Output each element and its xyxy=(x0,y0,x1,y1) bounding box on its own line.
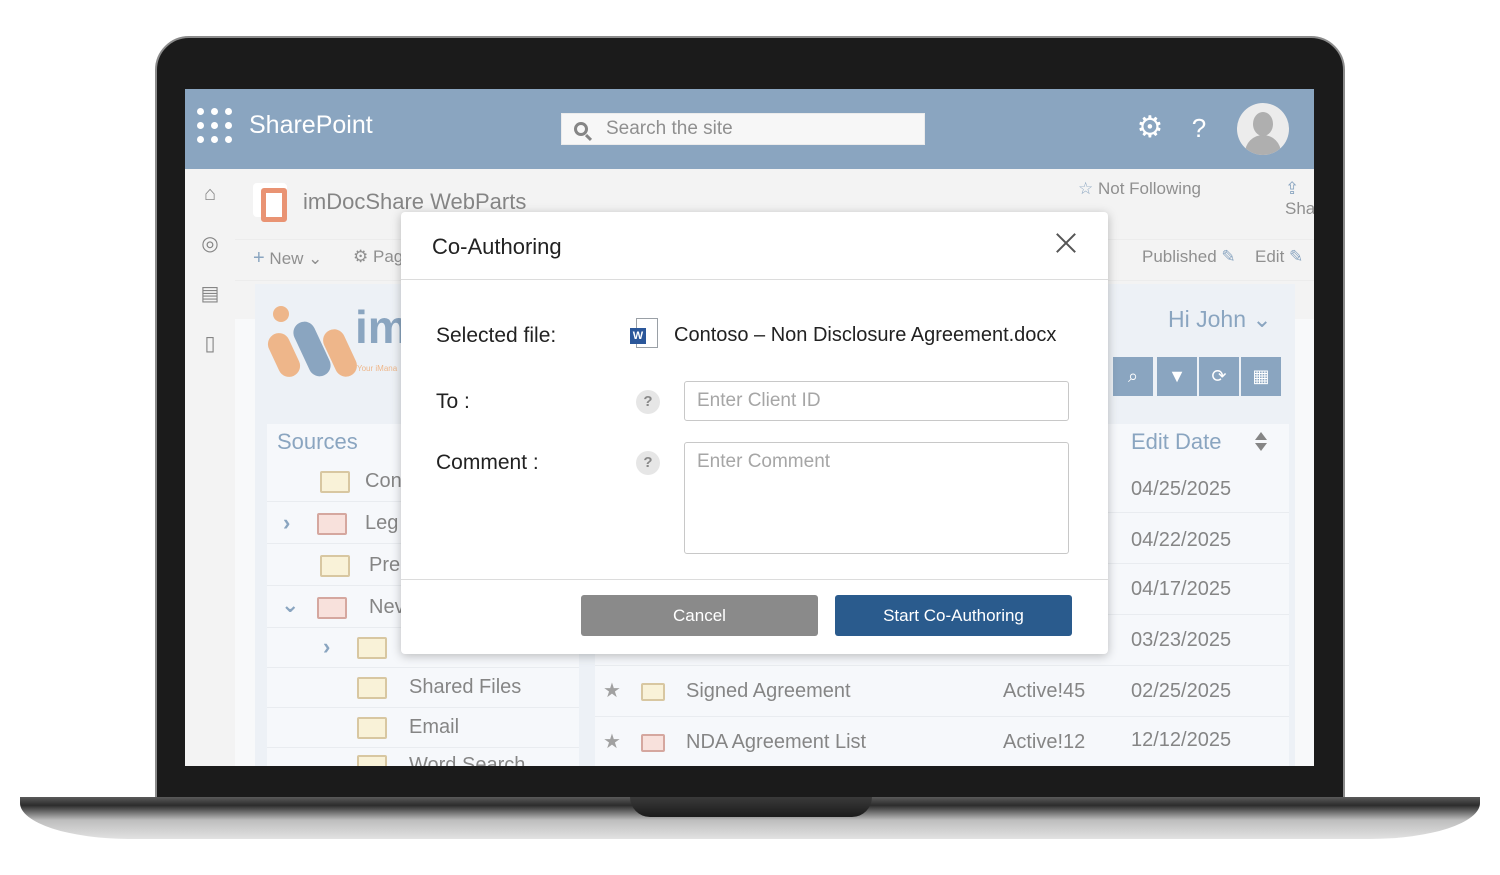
comment-textarea[interactable] xyxy=(684,442,1069,554)
comment-label: Comment : xyxy=(436,451,539,474)
start-co-authoring-button[interactable]: Start Co-Authoring xyxy=(835,595,1072,636)
selected-file-label: Selected file: xyxy=(436,324,557,347)
word-file-icon: W xyxy=(630,318,658,348)
screen: SharePoint Search the site ⚙ ? ⌂ ◎ ▤ ▯ i… xyxy=(185,89,1314,766)
dialog-divider xyxy=(401,279,1108,280)
to-label: To : xyxy=(436,390,470,413)
laptop-notch xyxy=(630,797,872,817)
dialog-footer-divider xyxy=(401,579,1108,580)
close-icon[interactable] xyxy=(1053,230,1079,256)
client-id-input[interactable] xyxy=(684,381,1069,421)
dialog-title: Co-Authoring xyxy=(432,234,562,259)
co-authoring-dialog: Co-Authoring Selected file: W Contoso – … xyxy=(401,212,1108,654)
help-icon[interactable]: ? xyxy=(636,451,660,475)
cancel-button[interactable]: Cancel xyxy=(581,595,818,636)
help-icon[interactable]: ? xyxy=(636,390,660,414)
selected-file-name: Contoso – Non Disclosure Agreement.docx xyxy=(674,324,1057,346)
